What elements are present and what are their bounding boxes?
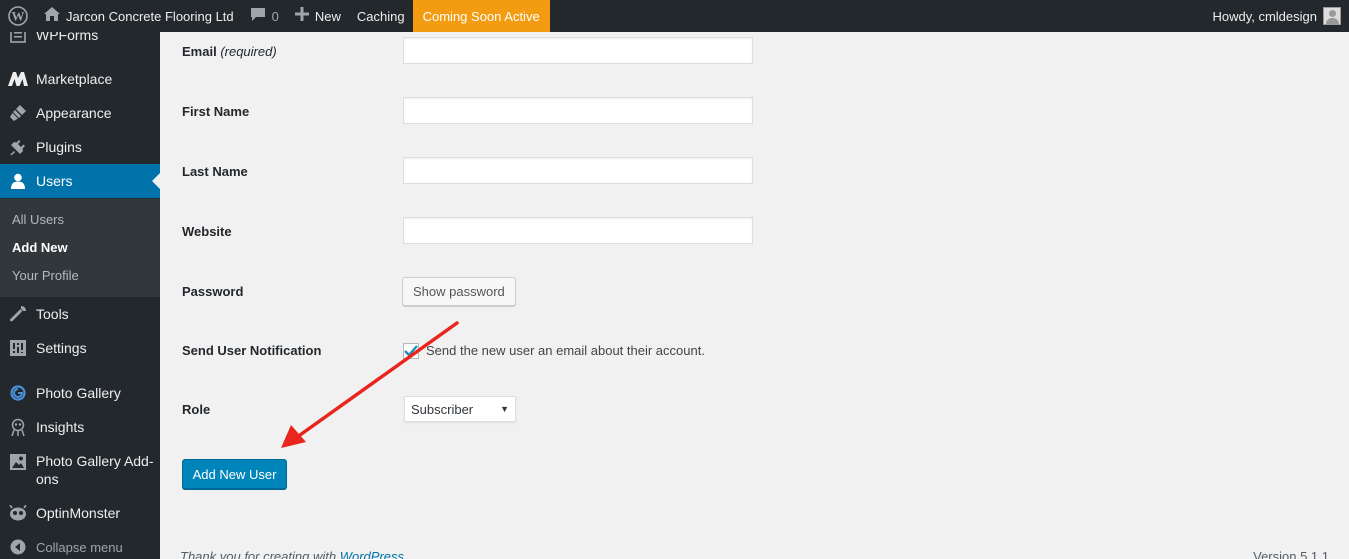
- wordpress-logo-icon[interactable]: W: [0, 0, 36, 32]
- sidebar-item-photo-gallery[interactable]: Photo Gallery: [0, 376, 160, 410]
- plugins-icon: [8, 137, 28, 157]
- photo-gallery-icon: [8, 383, 28, 403]
- coming-soon-label: Coming Soon Active: [422, 8, 540, 24]
- role-label: Role: [182, 402, 211, 417]
- svg-text:W: W: [12, 9, 25, 24]
- new-content-link[interactable]: New: [287, 0, 349, 32]
- optinmonster-icon: [8, 503, 28, 523]
- email-label-text: Email: [182, 44, 217, 59]
- website-label: Website: [182, 224, 232, 239]
- notification-label: Send User Notification: [182, 343, 322, 358]
- comments-count: 0: [271, 8, 279, 24]
- sidebar-item-optinmonster[interactable]: OptinMonster: [0, 496, 160, 530]
- sidebar-item-plugins[interactable]: Plugins: [0, 130, 160, 164]
- sidebar-item-label: Appearance: [36, 105, 112, 121]
- required-marker: (required): [220, 44, 277, 59]
- site-name-link[interactable]: Jarcon Concrete Flooring Ltd: [36, 0, 242, 32]
- footer-thanks-text: Thank you for creating with: [180, 549, 340, 559]
- role-select[interactable]: Subscriber ▼: [404, 396, 516, 422]
- site-name: Jarcon Concrete Flooring Ltd: [66, 8, 234, 24]
- sidebar-item-wpforms[interactable]: WPForms: [0, 32, 160, 52]
- wpforms-icon: [8, 32, 28, 45]
- home-icon: [44, 7, 60, 25]
- sidebar-item-users[interactable]: Users: [0, 164, 160, 198]
- checkmark-icon: [404, 345, 418, 357]
- collapse-arrow-icon: [8, 537, 28, 557]
- sidebar-item-label: Insights: [36, 419, 85, 435]
- marketplace-icon: [8, 69, 28, 89]
- collapse-menu-button[interactable]: Collapse menu: [0, 530, 160, 559]
- caching-link[interactable]: Caching: [349, 0, 413, 32]
- sidebar-item-label: Users: [36, 173, 73, 189]
- sidebar-item-label: Tools: [36, 306, 69, 322]
- caching-label: Caching: [356, 8, 405, 24]
- role-selected-value: Subscriber: [411, 401, 474, 417]
- submenu-add-new[interactable]: Add New: [12, 240, 68, 255]
- avatar: [1323, 7, 1341, 25]
- submenu-all-users[interactable]: All Users: [12, 212, 64, 227]
- photo-gallery-addons-icon: [8, 452, 28, 472]
- add-new-user-button[interactable]: Add New User: [182, 459, 287, 489]
- dropdown-arrow-icon: ▼: [500, 404, 509, 414]
- email-field[interactable]: [403, 37, 753, 64]
- notification-text: Send the new user an email about their a…: [426, 343, 705, 358]
- footer-thanks: Thank you for creating with WordPress: [180, 549, 404, 559]
- show-password-button[interactable]: Show password: [402, 277, 516, 306]
- comment-icon: [250, 7, 266, 26]
- last-name-field[interactable]: [403, 157, 753, 184]
- sidebar-item-label: Settings: [36, 340, 87, 356]
- sidebar-item-label: Photo Gallery Add-ons: [36, 453, 154, 487]
- password-label: Password: [182, 284, 244, 299]
- coming-soon-badge[interactable]: Coming Soon Active: [412, 0, 550, 32]
- sidebar-item-label: Plugins: [36, 139, 82, 155]
- admin-bar: W Jarcon Concrete Flooring Ltd 0 New Cac…: [0, 0, 1349, 32]
- sidebar-item-label: Photo Gallery: [36, 385, 121, 401]
- admin-sidebar: WPForms Marketplace Appearance Plugins U…: [0, 32, 160, 559]
- settings-icon: [8, 338, 28, 358]
- plus-icon: [294, 7, 309, 25]
- last-name-label: Last Name: [182, 164, 248, 179]
- sidebar-item-marketplace[interactable]: Marketplace: [0, 62, 160, 96]
- tools-icon: [8, 304, 28, 324]
- comments-link[interactable]: 0: [242, 0, 287, 32]
- users-submenu: All Users Add New Your Profile: [0, 199, 160, 297]
- appearance-icon: [8, 103, 28, 123]
- howdy-label: Howdy, cmldesign: [1212, 8, 1317, 24]
- website-field[interactable]: [403, 217, 753, 244]
- sidebar-item-tools[interactable]: Tools: [0, 297, 160, 331]
- collapse-menu-label: Collapse menu: [36, 539, 123, 555]
- sidebar-item-label: WPForms: [36, 32, 99, 43]
- sidebar-item-photo-gallery-addons[interactable]: Photo Gallery Add-ons: [0, 452, 160, 492]
- new-label: New: [314, 8, 341, 24]
- sidebar-item-settings[interactable]: Settings: [0, 331, 160, 365]
- wordpress-link[interactable]: WordPress: [340, 549, 404, 559]
- users-icon: [8, 171, 28, 191]
- main-content: Email (required) First Name Last Name We…: [160, 32, 1349, 559]
- sidebar-item-label: Marketplace: [36, 71, 113, 87]
- first-name-field[interactable]: [403, 97, 753, 124]
- my-account-link[interactable]: Howdy, cmldesign: [1204, 0, 1349, 32]
- insights-icon: [8, 417, 28, 437]
- send-notification-checkbox[interactable]: [403, 343, 419, 359]
- sidebar-item-insights[interactable]: Insights: [0, 410, 160, 444]
- submenu-your-profile[interactable]: Your Profile: [12, 268, 79, 283]
- sidebar-item-label: OptinMonster: [36, 505, 121, 521]
- footer-version: Version 5.1.1: [1253, 549, 1329, 559]
- email-label: Email (required): [182, 44, 277, 59]
- first-name-label: First Name: [182, 104, 250, 119]
- sidebar-item-appearance[interactable]: Appearance: [0, 96, 160, 130]
